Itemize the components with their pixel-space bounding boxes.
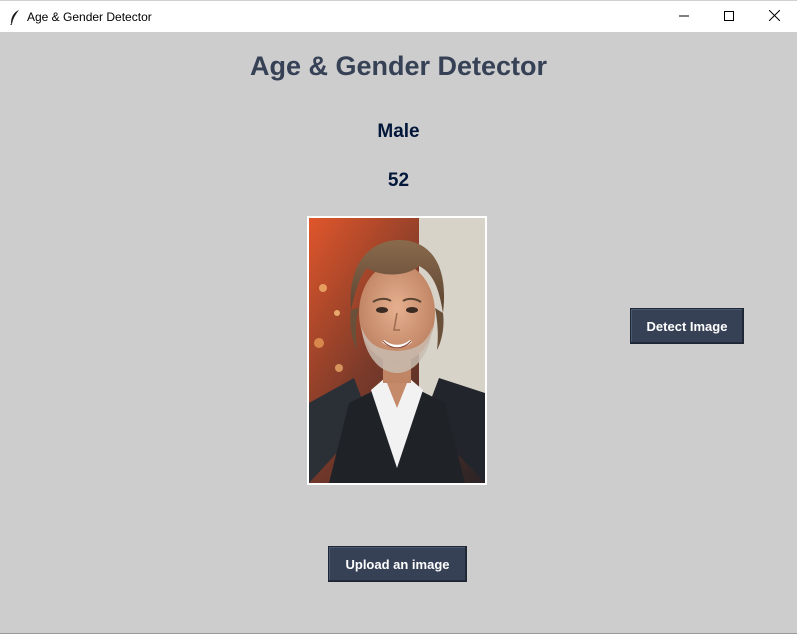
gender-result: Male [377,121,420,142]
close-icon [768,8,780,26]
maximize-icon [724,8,734,26]
minimize-button[interactable] [661,1,707,32]
uploaded-photo [307,216,487,485]
age-result: 52 [387,170,410,191]
maximize-button[interactable] [706,1,752,32]
detect-image-button[interactable]: Detect Image [630,308,744,344]
title-bar[interactable]: Age & Gender Detector [0,0,797,32]
app-window: Age & Gender Detector Age & Gender Detec… [0,0,797,634]
minimize-icon [679,8,689,26]
upload-image-button[interactable]: Upload an image [328,546,467,582]
page-title: Age & Gender Detector [249,51,548,81]
feather-icon [9,9,21,25]
window-title: Age & Gender Detector [27,10,152,24]
close-button[interactable] [751,1,797,32]
